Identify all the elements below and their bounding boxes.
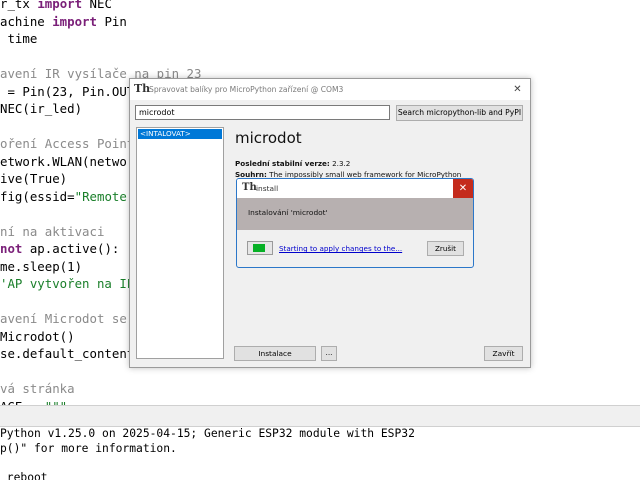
code-token: achine [0,13,53,29]
more-options-button[interactable]: ... [321,346,337,361]
code-token: oření Access Pointu [0,136,142,151]
latest-version: Poslední stabilní verze: 2.3.2 [235,159,350,168]
code-line: ive(True) [0,170,67,187]
cancel-button[interactable]: Zrušit [427,241,464,256]
search-button[interactable]: Search micropython-lib and PyPI [396,105,523,121]
code-line: NEC(ir_led) [0,100,82,117]
shell-line: p()" for more information. [0,441,177,455]
search-input[interactable]: microdot [135,105,390,120]
thonny-logo-icon: Th [134,82,151,95]
code-token: r_tx [0,0,38,11]
shell-line: Python v1.25.0 on 2025-04-15; Generic ES… [0,427,415,440]
code-token: Microdot() [0,328,75,344]
package-name: microdot [235,129,302,147]
package-list[interactable]: <INTALOVAT> [136,127,224,359]
list-item[interactable]: <INTALOVAT> [138,129,222,139]
code-line: achine import Pin [0,13,127,30]
latest-version-value: 2.3.2 [329,159,351,168]
progress-bar [247,241,273,255]
code-line: ní na aktivaci [0,223,104,240]
code-token: time [0,31,38,46]
code-line: not ap.active(): [0,240,119,257]
status-link[interactable]: Starting to apply changes to the... [279,244,402,253]
code-line: me.sleep(1) [0,258,82,275]
close-icon[interactable]: ✕ [505,79,530,100]
dialog-titlebar: Th install ✕ [237,179,473,198]
code-token: fig(essid= [0,188,75,204]
code-token: not [0,241,23,256]
latest-version-label: Poslední stabilní verze: [235,159,330,168]
shell-console[interactable]: Python v1.25.0 on 2025-04-15; Generic ES… [0,427,640,480]
close-button[interactable]: Zavřít [484,346,523,361]
code-token: NEC(ir_led) [0,101,83,116]
pane-splitter[interactable] [0,405,640,427]
thonny-logo-icon: Th [242,182,257,193]
code-token: vá stránka [0,381,75,396]
code-line: Microdot() [0,328,75,345]
code-token: NEC [82,0,112,11]
code-line: vá stránka [0,380,75,397]
progress-fill [253,244,265,252]
dialog-header: Instalování 'microdot' [237,198,473,230]
code-line: time [0,30,37,47]
window-titlebar: Th Spravovat balíky pro MicroPython zaří… [130,79,530,100]
close-icon[interactable]: ✕ [453,179,473,198]
code-token: import [52,13,97,29]
code-token: me.sleep(1) [0,258,83,274]
code-token: Pin [96,13,127,29]
shell-line: reboot [0,470,48,480]
code-token: ive(True) [0,171,68,186]
code-token: ap.active(): [22,241,120,256]
install-message: Instalování 'microdot' [248,208,328,217]
code-token: ní na aktivaci [0,223,105,239]
install-dialog: Th install ✕ Instalování 'microdot' Star… [236,178,474,268]
window-title: Spravovat balíky pro MicroPython zařízen… [149,85,344,94]
code-line: r_tx import NEC [0,0,112,12]
code-line: AGE = """ [0,398,67,406]
code-line: oření Access Pointu [0,135,142,152]
dialog-title: install [256,184,279,193]
install-button[interactable]: Instalace [234,346,316,361]
code-token: import [37,0,83,11]
